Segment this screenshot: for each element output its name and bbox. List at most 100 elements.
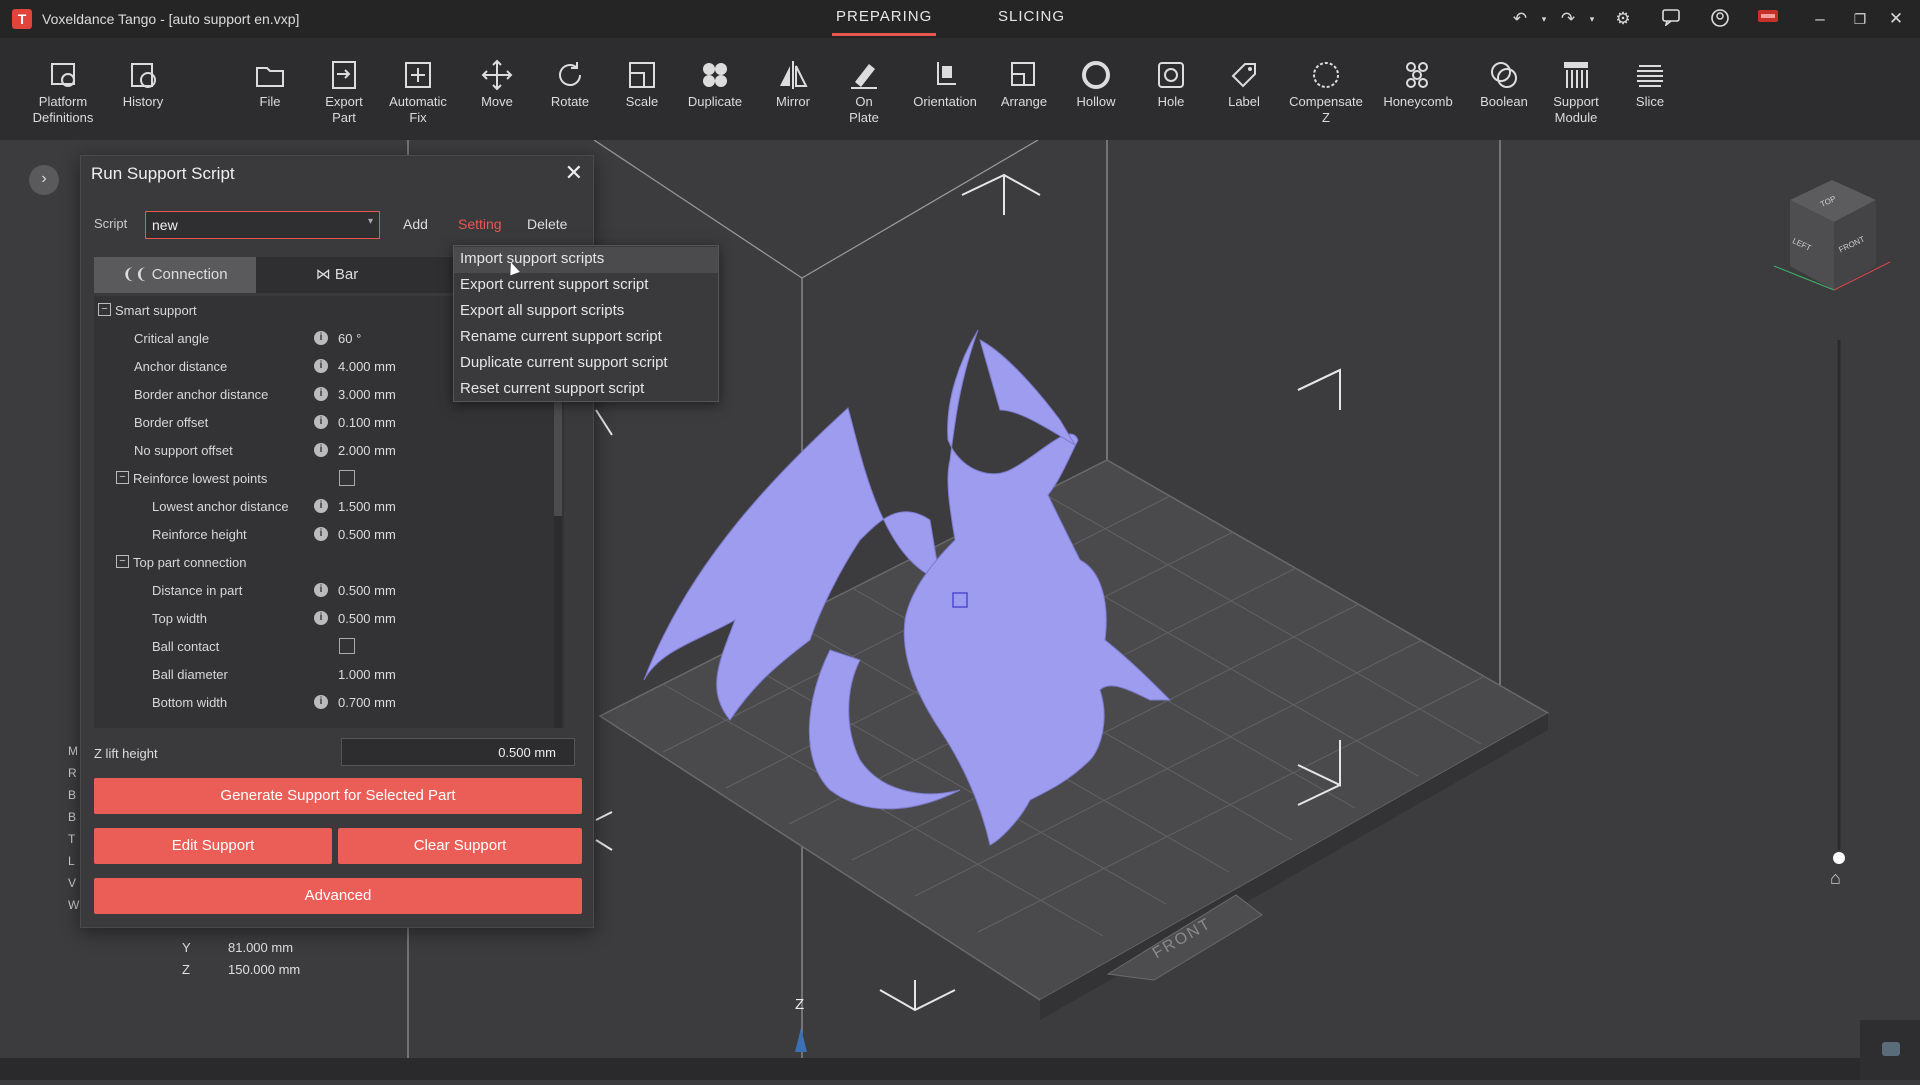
- menu-item[interactable]: Export current support script: [454, 273, 718, 299]
- param-checkbox[interactable]: [339, 470, 355, 486]
- tool-compensate-z[interactable]: Compensate Z: [1285, 58, 1367, 126]
- tool-auto-fix[interactable]: Automatic Fix: [377, 58, 459, 126]
- tool-label: Slice: [1635, 94, 1665, 109]
- undo-icon[interactable]: ↶: [1508, 8, 1532, 30]
- menu-item[interactable]: Duplicate current support script: [454, 351, 718, 377]
- tool-history[interactable]: History: [102, 58, 184, 110]
- param-value[interactable]: 3.000 mm: [338, 387, 396, 402]
- info-icon[interactable]: i: [314, 611, 328, 625]
- tool-label[interactable]: Label: [1203, 58, 1285, 110]
- param-value[interactable]: 2.000 mm: [338, 443, 396, 458]
- home-view-icon[interactable]: ⌂: [1830, 868, 1841, 889]
- tool-export[interactable]: Export Part: [303, 58, 385, 126]
- panel-expand-button[interactable]: ›: [29, 165, 59, 195]
- info-icon[interactable]: i: [314, 499, 328, 513]
- script-select[interactable]: new ▾: [145, 211, 380, 239]
- collapse-icon[interactable]: −: [98, 303, 111, 316]
- tool-label: Platform Definitions: [32, 94, 94, 125]
- info-icon[interactable]: i: [314, 415, 328, 429]
- account-icon[interactable]: [1708, 8, 1732, 30]
- tool-folder[interactable]: File: [229, 58, 311, 110]
- tool-support-module[interactable]: Support Module: [1535, 58, 1617, 126]
- app-logo: T: [12, 9, 32, 29]
- platform-z-label: Z: [182, 962, 190, 977]
- generate-support-button[interactable]: Generate Support for Selected Part: [94, 778, 582, 814]
- param-label: No support offset: [134, 443, 233, 458]
- tab-preparing[interactable]: PREPARING: [832, 8, 937, 36]
- tool-honeycomb[interactable]: Honeycomb: [1377, 58, 1459, 110]
- hole-icon: [1130, 58, 1212, 92]
- close-window-icon[interactable]: ✕: [1884, 8, 1908, 30]
- tab-slicing[interactable]: SLICING: [994, 8, 1069, 33]
- advanced-button[interactable]: Advanced: [94, 878, 582, 914]
- tab-bar[interactable]: ⋈ Bar: [256, 257, 418, 293]
- collapse-icon[interactable]: −: [116, 471, 129, 484]
- info-icon[interactable]: i: [314, 695, 328, 709]
- tool-slice[interactable]: Slice: [1609, 58, 1691, 110]
- tool-label: Scale: [625, 94, 659, 109]
- restore-icon[interactable]: ❐: [1848, 8, 1872, 30]
- param-value[interactable]: 0.500 mm: [338, 583, 396, 598]
- tool-mirror[interactable]: Mirror: [752, 58, 834, 110]
- param-value[interactable]: 0.700 mm: [338, 695, 396, 710]
- support-module-icon: [1535, 58, 1617, 92]
- info-icon[interactable]: i: [314, 387, 328, 401]
- settings-gear-icon[interactable]: ⚙: [1611, 8, 1635, 30]
- menu-item[interactable]: Export all support scripts: [454, 299, 718, 325]
- redo-menu-icon[interactable]: ▾: [1580, 8, 1604, 30]
- edit-support-button[interactable]: Edit Support: [94, 828, 332, 864]
- chat-icon[interactable]: [1659, 8, 1683, 30]
- info-icon[interactable]: i: [314, 331, 328, 345]
- tool-label: Orientation: [913, 94, 977, 109]
- minimize-icon[interactable]: –: [1808, 8, 1832, 30]
- orientation-icon: [904, 58, 986, 92]
- param-value[interactable]: 60 °: [338, 331, 361, 346]
- close-icon[interactable]: ✕: [565, 160, 583, 186]
- pro-badge-icon[interactable]: [1756, 8, 1780, 30]
- chat-support-icon[interactable]: [1860, 1020, 1920, 1080]
- z-lift-input[interactable]: 0.500 mm: [341, 738, 575, 766]
- tool-platform-gear[interactable]: Platform Definitions: [22, 58, 104, 126]
- param-value[interactable]: 0.100 mm: [338, 415, 396, 430]
- collapse-icon[interactable]: −: [116, 555, 129, 568]
- connection-icon: ❨❨: [122, 266, 152, 283]
- info-icon[interactable]: i: [314, 443, 328, 457]
- bar-icon: ⋈: [315, 266, 335, 283]
- param-value[interactable]: 0.500 mm: [338, 527, 396, 542]
- param-value[interactable]: 0.500 mm: [338, 611, 396, 626]
- param-value[interactable]: 4.000 mm: [338, 359, 396, 374]
- tool-label: Duplicate: [687, 94, 743, 109]
- tool-boolean[interactable]: Boolean: [1463, 58, 1545, 110]
- tool-duplicate[interactable]: Duplicate: [674, 58, 756, 110]
- tool-hollow[interactable]: Hollow: [1055, 58, 1137, 110]
- clear-support-button[interactable]: Clear Support: [338, 828, 582, 864]
- redo-icon[interactable]: ↷: [1556, 8, 1580, 30]
- delete-script-button[interactable]: Delete: [527, 216, 567, 232]
- tool-move[interactable]: Move: [456, 58, 538, 110]
- tool-rotate[interactable]: Rotate: [529, 58, 611, 110]
- menu-item[interactable]: Import support scripts: [454, 247, 718, 273]
- tool-scale[interactable]: Scale: [601, 58, 683, 110]
- info-icon[interactable]: i: [314, 527, 328, 541]
- add-script-button[interactable]: Add: [403, 216, 428, 232]
- param-checkbox[interactable]: [339, 638, 355, 654]
- tool-label: Export Part: [325, 94, 363, 125]
- param-value[interactable]: 1.000 mm: [338, 667, 396, 682]
- param-row: No support offset i 2.000 mm: [94, 439, 554, 461]
- menu-item[interactable]: Rename current support script: [454, 325, 718, 351]
- label-icon: [1203, 58, 1285, 92]
- tool-on-plate[interactable]: On Plate: [823, 58, 905, 126]
- param-value[interactable]: 1.500 mm: [338, 499, 396, 514]
- setting-button[interactable]: Setting: [458, 216, 502, 232]
- menu-item[interactable]: Reset current support script: [454, 377, 718, 403]
- param-label: Ball contact: [152, 639, 220, 654]
- platform-side-letter: M: [68, 744, 78, 758]
- tool-orientation[interactable]: Orientation: [904, 58, 986, 110]
- undo-menu-icon[interactable]: ▾: [1532, 8, 1556, 30]
- info-icon[interactable]: i: [314, 583, 328, 597]
- tool-hole[interactable]: Hole: [1130, 58, 1212, 110]
- tool-arrange[interactable]: Arrange: [983, 58, 1065, 110]
- info-icon[interactable]: i: [314, 359, 328, 373]
- tab-connection[interactable]: ❨❨ Connection: [94, 257, 256, 293]
- platform-side-letters: MRBBTLVW: [68, 740, 79, 916]
